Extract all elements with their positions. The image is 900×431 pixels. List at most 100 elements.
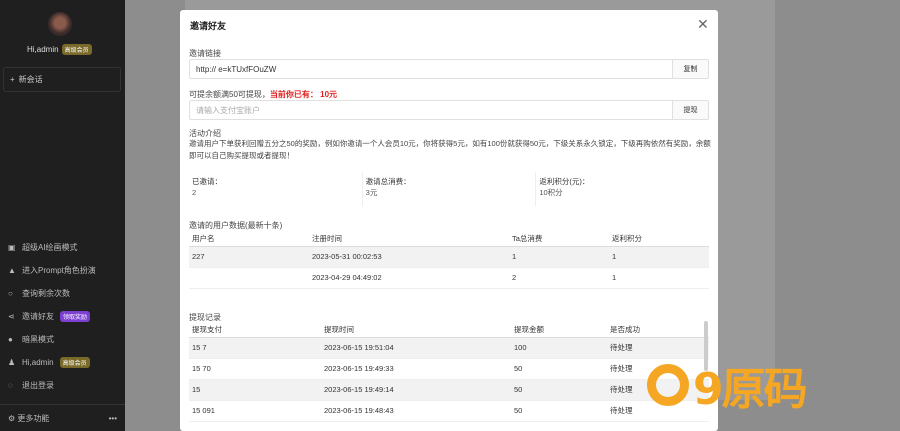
invited-users-table: 用户名 注册时间 Ta总消费 返利积分 227 2023-05-31 00:02… bbox=[189, 232, 709, 289]
withdraw-button[interactable]: 提现 bbox=[673, 100, 709, 120]
table-row: 2023-04-29 04:49:02 2 1 bbox=[189, 267, 709, 289]
avatar[interactable] bbox=[48, 12, 72, 36]
table-cell: 2023-05-31 00:02:53 bbox=[309, 246, 509, 268]
close-icon[interactable]: ✕ bbox=[697, 16, 709, 33]
table-row: 15 7 2023-06-15 19:51:04 100 待处理 bbox=[189, 337, 709, 359]
sidebar-item-ai-draw[interactable]: ▣ 超级AI绘画模式 bbox=[0, 236, 125, 259]
table-cell: 15 091 bbox=[189, 400, 321, 422]
member-badge: 高级会员 bbox=[59, 357, 90, 368]
stat-total-spend: 邀请总消费： 3元 bbox=[363, 172, 537, 206]
withdraw-record-table: 提现支付 提现时间 提现金额 是否成功 15 7 2023-06-15 19:5… bbox=[189, 323, 709, 422]
graduation-icon: ▲ bbox=[8, 265, 16, 275]
withdraw-hint: 可提余额满50可提现，当前你已有： 10元 bbox=[189, 89, 337, 100]
moon-icon: ● bbox=[8, 334, 13, 344]
table-cell: 227 bbox=[189, 246, 309, 268]
sidebar-footer: ⚙ 更多功能 ••• bbox=[0, 404, 125, 431]
column-header: 注册时间 bbox=[309, 232, 509, 247]
sidebar-item-label: 暗黑模式 bbox=[22, 335, 54, 344]
table-cell: 2023-06-15 19:51:04 bbox=[321, 337, 511, 359]
more-menu-button[interactable]: ••• bbox=[109, 414, 117, 423]
sidebar-item-label: 邀请好友 bbox=[22, 312, 54, 321]
invite-link-field[interactable]: http:// e=kTUxfFOuZW bbox=[189, 59, 673, 79]
table-cell: 1 bbox=[609, 246, 709, 268]
withdraw-current-label: 当前你已有： bbox=[269, 90, 318, 99]
invite-link-row: http:// e=kTUxfFOuZW 复制 bbox=[189, 59, 709, 79]
table-cell: 1 bbox=[609, 267, 709, 289]
image-icon: ▣ bbox=[8, 242, 16, 252]
stat-label: 邀请总消费： bbox=[365, 177, 411, 186]
sidebar-menu: ▣ 超级AI绘画模式 ▲ 进入Prompt角色扮演 ○ 查询剩余次数 ⋖ 邀请好… bbox=[0, 236, 125, 397]
sidebar-item-dark-mode[interactable]: ● 暗黑模式 bbox=[0, 328, 125, 351]
column-header: 提现支付 bbox=[189, 323, 321, 338]
plus-icon: + bbox=[10, 75, 15, 84]
circle-icon: ○ bbox=[8, 288, 13, 298]
invited-users-label: 邀请的用户数据(最新十条) bbox=[189, 221, 283, 230]
logout-icon: ◌ bbox=[8, 380, 13, 390]
table-cell: 2023-06-15 19:49:14 bbox=[321, 379, 511, 401]
table-cell: 1 bbox=[509, 246, 609, 268]
withdraw-amount: 10元 bbox=[320, 90, 338, 99]
stat-label: 已邀请： bbox=[192, 177, 222, 186]
sidebar-item-profile[interactable]: ♟ Hi,admin 高级会员 bbox=[0, 351, 125, 374]
stat-label: 返利积分(元)： bbox=[539, 177, 590, 186]
column-header: 提现时间 bbox=[321, 323, 511, 338]
sidebar-item-label: 进入Prompt角色扮演 bbox=[22, 266, 96, 275]
sidebar-item-logout[interactable]: ◌ 退出登录 bbox=[0, 374, 125, 397]
table-cell: 15 7 bbox=[189, 337, 321, 359]
table-row: 15 70 2023-06-15 19:49:33 50 待处理 bbox=[189, 358, 709, 380]
stat-value: 10积分 bbox=[539, 188, 563, 197]
sidebar-item-label: 查询剩余次数 bbox=[22, 289, 70, 298]
sidebar-item-label: Hi,admin bbox=[22, 358, 54, 367]
watermark-text: 9原码 bbox=[693, 364, 808, 415]
sidebar-item-invite[interactable]: ⋖ 邀请好友 领取奖励 bbox=[0, 305, 125, 328]
invite-link-label: 邀请链接 bbox=[189, 49, 221, 58]
new-chat-button[interactable]: + 新会话 bbox=[3, 67, 121, 92]
table-cell bbox=[189, 267, 309, 289]
column-header: 返利积分 bbox=[609, 232, 709, 247]
withdraw-row: 提现 bbox=[189, 100, 709, 120]
share-icon: ⋖ bbox=[8, 311, 15, 321]
withdraw-hint-text: 可提余额满50可提现， bbox=[189, 90, 270, 99]
sidebar-item-label: 退出登录 bbox=[22, 381, 54, 390]
table-cell: 2023-06-15 19:48:43 bbox=[321, 400, 511, 422]
member-badge: 高级会员 bbox=[61, 44, 92, 55]
table-cell: 15 bbox=[189, 379, 321, 401]
user-icon: ♟ bbox=[8, 357, 16, 367]
invite-modal: 邀请好友 ✕ 邀请链接 http:// e=kTUxfFOuZW 复制 可提余额… bbox=[180, 10, 718, 431]
new-chat-label: 新会话 bbox=[18, 75, 43, 84]
alipay-account-input[interactable] bbox=[196, 105, 672, 115]
table-cell: 2 bbox=[509, 267, 609, 289]
table-header: 用户名 注册时间 Ta总消费 返利积分 bbox=[189, 232, 709, 247]
table-cell: 50 bbox=[511, 379, 607, 401]
modal-title: 邀请好友 bbox=[190, 21, 227, 31]
sidebar-item-label: 超级AI绘画模式 bbox=[22, 243, 78, 252]
watermark-logo: 9原码 bbox=[647, 353, 808, 417]
invite-stats: 已邀请： 2 邀请总消费： 3元 返利积分(元)： 10积分 bbox=[189, 172, 709, 206]
table-cell: 15 70 bbox=[189, 358, 321, 380]
stat-value: 2 bbox=[192, 188, 197, 197]
more-features-label: 更多功能 bbox=[17, 413, 50, 423]
stat-rebate-points: 返利积分(元)： 10积分 bbox=[536, 172, 709, 206]
table-header: 提现支付 提现时间 提现金额 是否成功 bbox=[189, 323, 709, 338]
copy-button[interactable]: 复制 bbox=[673, 59, 709, 79]
table-row: 15 091 2023-06-15 19:48:43 50 待处理 bbox=[189, 400, 709, 422]
stat-value: 3元 bbox=[365, 188, 378, 197]
activity-description: 邀请用户下单获利回赠五分之50的奖励，例如你邀请一个人会员10元，你将获得5元，… bbox=[189, 139, 711, 160]
sidebar-item-query[interactable]: ○ 查询剩余次数 bbox=[0, 282, 125, 305]
sidebar-user: Hi,admin 高级会员 bbox=[27, 44, 92, 55]
table-cell: 2023-06-15 19:49:33 bbox=[321, 358, 511, 380]
stat-invited: 已邀请： 2 bbox=[189, 172, 363, 206]
table-row: 227 2023-05-31 00:02:53 1 1 bbox=[189, 246, 709, 268]
gear-icon: ⚙ bbox=[8, 413, 18, 423]
sidebar-item-prompt[interactable]: ▲ 进入Prompt角色扮演 bbox=[0, 259, 125, 282]
more-features-link[interactable]: ⚙ 更多功能 bbox=[8, 413, 49, 424]
table-cell: 50 bbox=[511, 400, 607, 422]
column-header: Ta总消费 bbox=[509, 232, 609, 247]
alipay-account-field[interactable] bbox=[189, 100, 673, 120]
invite-badge: 领取奖励 bbox=[60, 311, 91, 322]
q-logo-icon bbox=[647, 364, 689, 406]
table-cell: 100 bbox=[511, 337, 607, 359]
column-header: 用户名 bbox=[189, 232, 309, 247]
table-row: 15 2023-06-15 19:49:14 50 待处理 bbox=[189, 379, 709, 401]
withdraw-record-label: 提现记录 bbox=[189, 313, 221, 322]
